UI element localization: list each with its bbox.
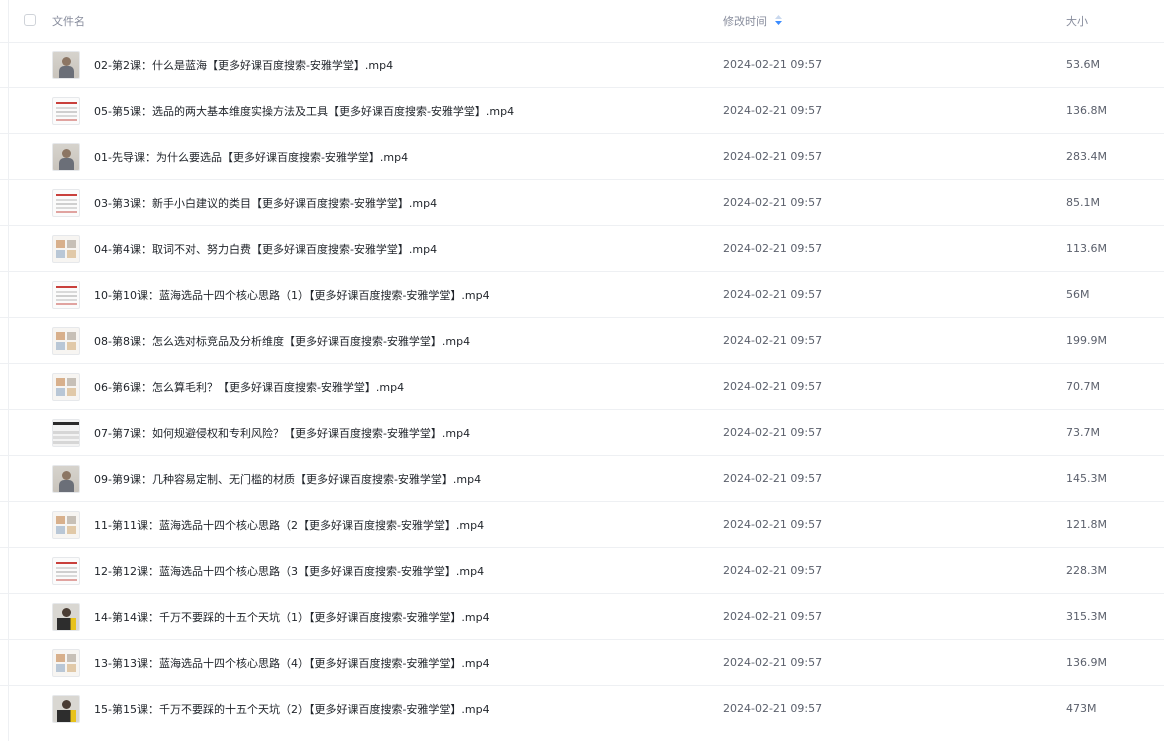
file-list-page: 文件名 修改时间 大小 02-第2课：什么是蓝海【更多好课百度搜索-安雅学堂】.…: [0, 0, 1164, 741]
file-row[interactable]: 02-第2课：什么是蓝海【更多好课百度搜索-安雅学堂】.mp4 2024-02-2…: [0, 42, 1164, 88]
file-name[interactable]: 12-第12课：蓝海选品十四个核心思路（3【更多好课百度搜索-安雅学堂】.mp4: [94, 563, 484, 579]
file-size: 70.7M: [1066, 380, 1100, 393]
file-row[interactable]: 09-第9课：几种容易定制、无门槛的材质【更多好课百度搜索-安雅学堂】.mp4 2…: [0, 456, 1164, 502]
video-thumbnail[interactable]: [52, 51, 80, 79]
file-name[interactable]: 05-第5课：选品的两大基本维度实操方法及工具【更多好课百度搜索-安雅学堂】.m…: [94, 103, 514, 119]
video-thumbnail[interactable]: [52, 97, 80, 125]
file-row[interactable]: 10-第10课：蓝海选品十四个核心思路（1）【更多好课百度搜索-安雅学堂】.mp…: [0, 272, 1164, 318]
file-name[interactable]: 06-第6课：怎么算毛利？【更多好课百度搜索-安雅学堂】.mp4: [94, 379, 404, 395]
column-header-modified[interactable]: 修改时间: [723, 13, 767, 29]
file-modified-time: 2024-02-21 09:57: [723, 150, 823, 163]
video-thumbnail[interactable]: [52, 649, 80, 677]
file-size: 136.9M: [1066, 656, 1107, 669]
file-modified-time: 2024-02-21 09:57: [723, 656, 823, 669]
file-row[interactable]: 06-第6课：怎么算毛利？【更多好课百度搜索-安雅学堂】.mp4 2024-02-…: [0, 364, 1164, 410]
file-size: 199.9M: [1066, 334, 1107, 347]
file-modified-time: 2024-02-21 09:57: [723, 104, 823, 117]
video-thumbnail[interactable]: [52, 511, 80, 539]
file-size: 113.6M: [1066, 242, 1107, 255]
file-modified-time: 2024-02-21 09:57: [723, 472, 823, 485]
file-size: 315.3M: [1066, 610, 1107, 623]
file-size: 228.3M: [1066, 564, 1107, 577]
video-thumbnail[interactable]: [52, 143, 80, 171]
file-modified-time: 2024-02-21 09:57: [723, 702, 823, 715]
file-modified-time: 2024-02-21 09:57: [723, 288, 823, 301]
select-all-checkbox[interactable]: [24, 14, 36, 26]
file-list: 02-第2课：什么是蓝海【更多好课百度搜索-安雅学堂】.mp4 2024-02-2…: [0, 42, 1164, 732]
file-name[interactable]: 04-第4课：取词不对、努力白费【更多好课百度搜索-安雅学堂】.mp4: [94, 241, 437, 257]
sort-icon[interactable]: [775, 15, 782, 25]
file-name[interactable]: 14-第14课：千万不要踩的十五个天坑（1）【更多好课百度搜索-安雅学堂】.mp…: [94, 609, 490, 625]
column-header-name[interactable]: 文件名: [52, 13, 85, 29]
file-row[interactable]: 04-第4课：取词不对、努力白费【更多好课百度搜索-安雅学堂】.mp4 2024-…: [0, 226, 1164, 272]
file-size: 136.8M: [1066, 104, 1107, 117]
video-thumbnail[interactable]: [52, 373, 80, 401]
video-thumbnail[interactable]: [52, 695, 80, 723]
video-thumbnail[interactable]: [52, 235, 80, 263]
file-modified-time: 2024-02-21 09:57: [723, 518, 823, 531]
file-modified-time: 2024-02-21 09:57: [723, 242, 823, 255]
video-thumbnail[interactable]: [52, 465, 80, 493]
file-size: 473M: [1066, 702, 1097, 715]
file-row[interactable]: 15-第15课：千万不要踩的十五个天坑（2）【更多好课百度搜索-安雅学堂】.mp…: [0, 686, 1164, 732]
table-header: 文件名 修改时间 大小: [0, 0, 1164, 43]
file-size: 85.1M: [1066, 196, 1100, 209]
file-name[interactable]: 01-先导课：为什么要选品【更多好课百度搜索-安雅学堂】.mp4: [94, 149, 408, 165]
video-thumbnail[interactable]: [52, 557, 80, 585]
file-row[interactable]: 07-第7课：如何规避侵权和专利风险？【更多好课百度搜索-安雅学堂】.mp4 20…: [0, 410, 1164, 456]
file-size: 53.6M: [1066, 58, 1100, 71]
file-size: 145.3M: [1066, 472, 1107, 485]
file-size: 283.4M: [1066, 150, 1107, 163]
video-thumbnail[interactable]: [52, 189, 80, 217]
file-name[interactable]: 02-第2课：什么是蓝海【更多好课百度搜索-安雅学堂】.mp4: [94, 57, 393, 73]
file-name[interactable]: 11-第11课：蓝海选品十四个核心思路（2【更多好课百度搜索-安雅学堂】.mp4: [94, 517, 484, 533]
file-row[interactable]: 03-第3课：新手小白建议的类目【更多好课百度搜索-安雅学堂】.mp4 2024-…: [0, 180, 1164, 226]
file-name[interactable]: 13-第13课：蓝海选品十四个核心思路（4）【更多好课百度搜索-安雅学堂】.mp…: [94, 655, 490, 671]
file-name[interactable]: 09-第9课：几种容易定制、无门槛的材质【更多好课百度搜索-安雅学堂】.mp4: [94, 471, 481, 487]
file-modified-time: 2024-02-21 09:57: [723, 564, 823, 577]
file-name[interactable]: 08-第8课：怎么选对标竞品及分析维度【更多好课百度搜索-安雅学堂】.mp4: [94, 333, 470, 349]
video-thumbnail[interactable]: [52, 419, 80, 447]
file-row[interactable]: 12-第12课：蓝海选品十四个核心思路（3【更多好课百度搜索-安雅学堂】.mp4…: [0, 548, 1164, 594]
file-row[interactable]: 01-先导课：为什么要选品【更多好课百度搜索-安雅学堂】.mp4 2024-02-…: [0, 134, 1164, 180]
file-modified-time: 2024-02-21 09:57: [723, 380, 823, 393]
file-name[interactable]: 03-第3课：新手小白建议的类目【更多好课百度搜索-安雅学堂】.mp4: [94, 195, 437, 211]
file-size: 121.8M: [1066, 518, 1107, 531]
file-size: 56M: [1066, 288, 1090, 301]
file-modified-time: 2024-02-21 09:57: [723, 334, 823, 347]
file-modified-time: 2024-02-21 09:57: [723, 610, 823, 623]
file-name[interactable]: 07-第7课：如何规避侵权和专利风险？【更多好课百度搜索-安雅学堂】.mp4: [94, 425, 470, 441]
file-size: 73.7M: [1066, 426, 1100, 439]
video-thumbnail[interactable]: [52, 281, 80, 309]
file-name[interactable]: 15-第15课：千万不要踩的十五个天坑（2）【更多好课百度搜索-安雅学堂】.mp…: [94, 701, 490, 717]
file-modified-time: 2024-02-21 09:57: [723, 196, 823, 209]
file-modified-time: 2024-02-21 09:57: [723, 58, 823, 71]
file-row[interactable]: 05-第5课：选品的两大基本维度实操方法及工具【更多好课百度搜索-安雅学堂】.m…: [0, 88, 1164, 134]
column-header-size[interactable]: 大小: [1066, 13, 1088, 29]
file-row[interactable]: 13-第13课：蓝海选品十四个核心思路（4）【更多好课百度搜索-安雅学堂】.mp…: [0, 640, 1164, 686]
video-thumbnail[interactable]: [52, 603, 80, 631]
file-row[interactable]: 14-第14课：千万不要踩的十五个天坑（1）【更多好课百度搜索-安雅学堂】.mp…: [0, 594, 1164, 640]
file-name[interactable]: 10-第10课：蓝海选品十四个核心思路（1）【更多好课百度搜索-安雅学堂】.mp…: [94, 287, 490, 303]
file-row[interactable]: 08-第8课：怎么选对标竞品及分析维度【更多好课百度搜索-安雅学堂】.mp4 20…: [0, 318, 1164, 364]
video-thumbnail[interactable]: [52, 327, 80, 355]
file-modified-time: 2024-02-21 09:57: [723, 426, 823, 439]
file-row[interactable]: 11-第11课：蓝海选品十四个核心思路（2【更多好课百度搜索-安雅学堂】.mp4…: [0, 502, 1164, 548]
